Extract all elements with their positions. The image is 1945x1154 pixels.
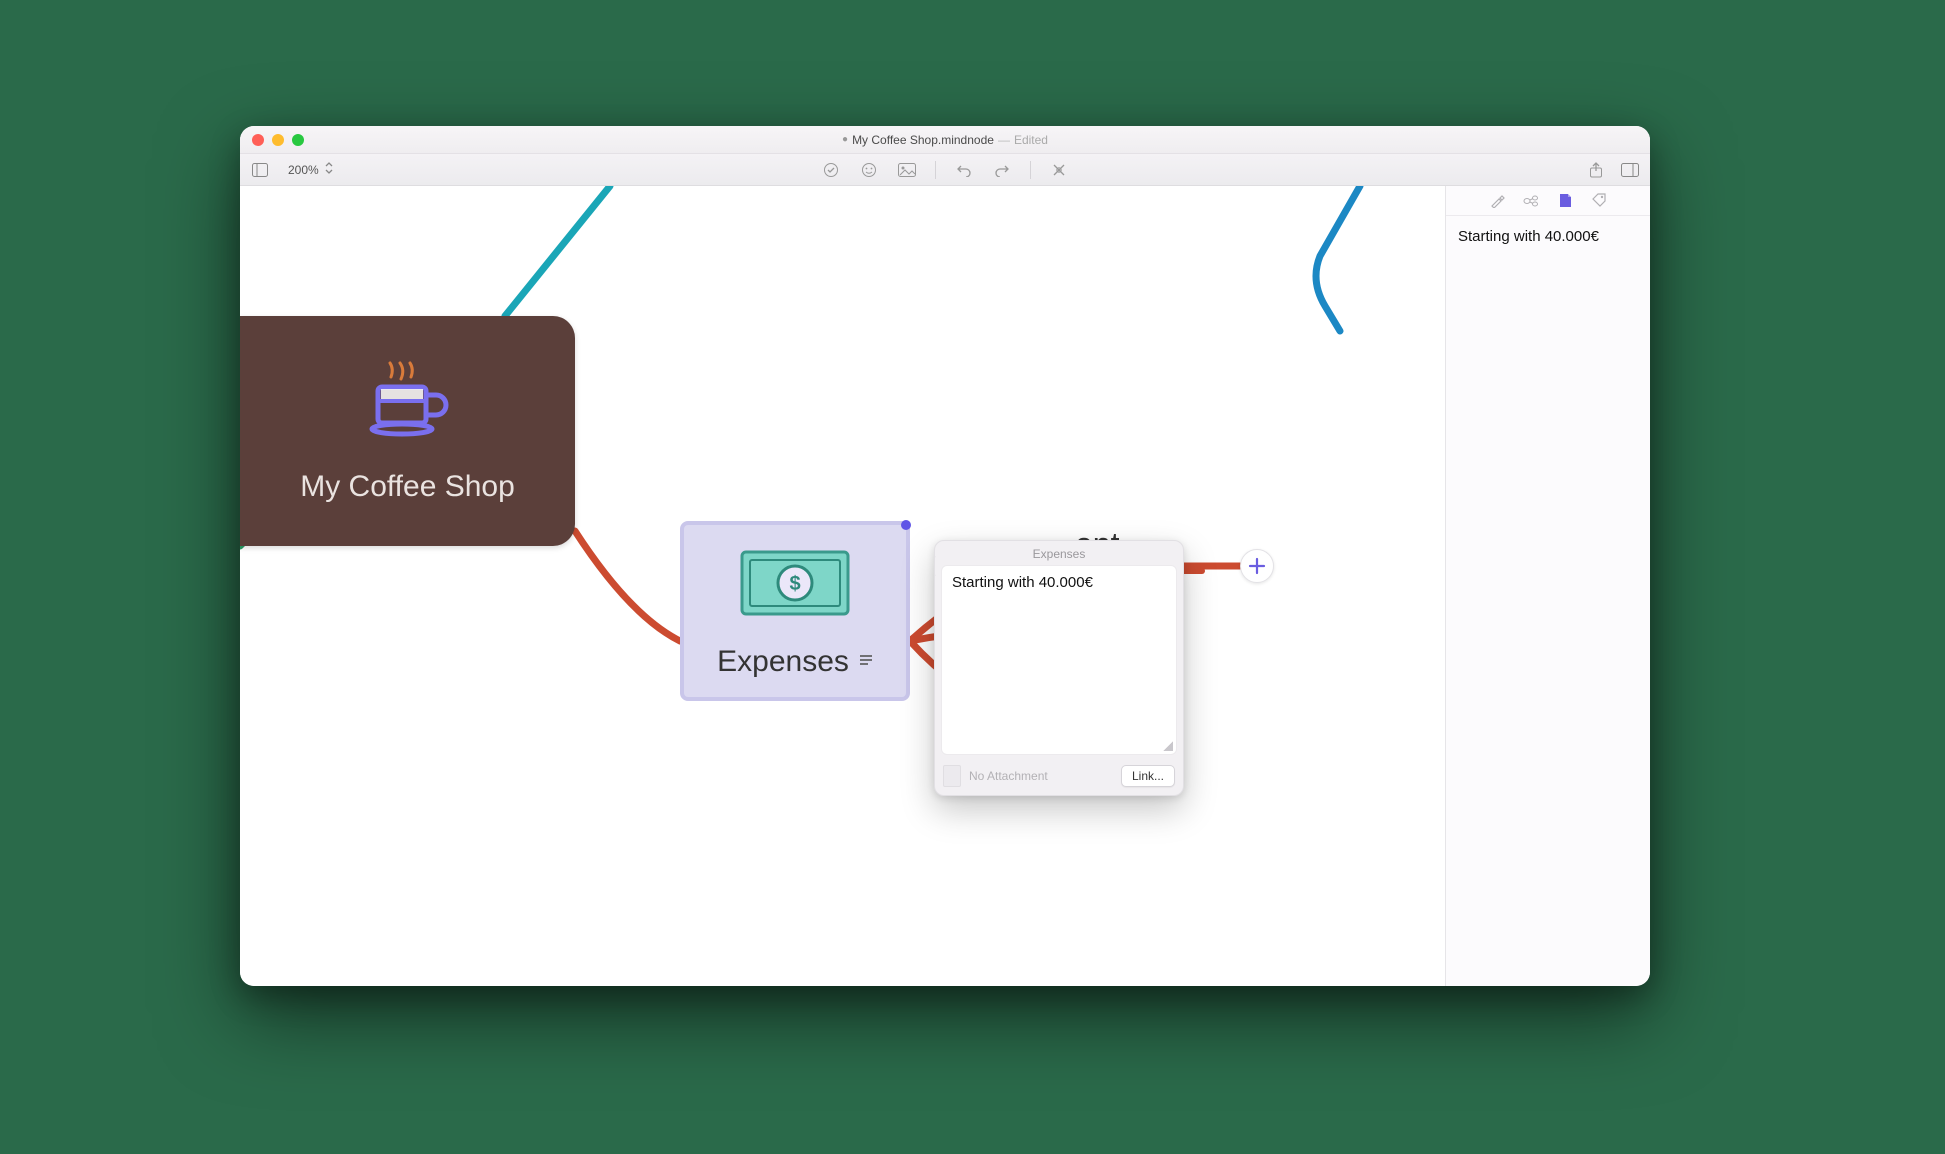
app-window: ● My Coffee Shop.mindnode — Edited 200%	[240, 126, 1650, 986]
inspector-note-text[interactable]: Starting with 40.000€	[1446, 216, 1650, 257]
toolbar: 200%	[240, 154, 1650, 186]
root-node-label: My Coffee Shop	[300, 470, 515, 504]
popover-title: Expenses	[935, 541, 1183, 565]
inspector-tabs	[1446, 186, 1650, 216]
toggle-inspector-button[interactable]	[1620, 160, 1640, 180]
mindmap-canvas[interactable]: My Coffee Shop $ Expenses	[240, 186, 1445, 986]
zoom-stepper[interactable]: 200%	[282, 160, 339, 179]
notes-tab[interactable]	[1557, 193, 1573, 209]
popover-footer: No Attachment Link...	[935, 759, 1183, 795]
expenses-node[interactable]: $ Expenses	[680, 521, 910, 701]
task-button[interactable]	[821, 160, 841, 180]
toolbar-separator	[935, 161, 936, 179]
content-area: My Coffee Shop $ Expenses	[240, 186, 1650, 986]
toolbar-separator	[1030, 161, 1031, 179]
title-separator: —	[998, 133, 1010, 147]
focus-mode-button[interactable]	[1049, 160, 1069, 180]
money-icon: $	[740, 550, 850, 621]
undo-button[interactable]	[954, 160, 974, 180]
titlebar: ● My Coffee Shop.mindnode — Edited	[240, 126, 1650, 154]
inspector-panel: Starting with 40.000€	[1445, 186, 1650, 986]
share-button[interactable]	[1586, 160, 1606, 180]
redo-button[interactable]	[992, 160, 1012, 180]
attachment-label: No Attachment	[969, 769, 1048, 783]
note-text-area[interactable]: Starting with 40.000€	[941, 565, 1177, 755]
note-text-content: Starting with 40.000€	[952, 574, 1093, 591]
window-title: ● My Coffee Shop.mindnode — Edited	[842, 133, 1048, 147]
fullscreen-window-button[interactable]	[292, 134, 304, 146]
document-filename: My Coffee Shop.mindnode	[852, 133, 994, 147]
modified-dot-icon: ●	[842, 134, 848, 145]
notes-indicator-icon[interactable]	[859, 653, 873, 672]
coffee-cup-icon	[363, 359, 453, 454]
document-status: Edited	[1014, 133, 1048, 147]
resize-handle[interactable]	[1163, 741, 1173, 751]
stepper-arrows-icon	[325, 162, 333, 177]
minimize-window-button[interactable]	[272, 134, 284, 146]
svg-text:$: $	[789, 573, 800, 595]
note-popover: Expenses Starting with 40.000€ No Attach…	[934, 540, 1184, 796]
toggle-outline-button[interactable]	[250, 160, 270, 180]
close-window-button[interactable]	[252, 134, 264, 146]
attachment-icon	[943, 765, 961, 787]
tags-tab[interactable]	[1591, 193, 1607, 209]
inspector-note-content: Starting with 40.000€	[1458, 228, 1599, 245]
root-node[interactable]: My Coffee Shop	[240, 316, 575, 546]
layout-tab[interactable]	[1523, 193, 1539, 209]
selection-handle[interactable]	[901, 520, 911, 530]
add-child-button[interactable]	[1240, 549, 1274, 583]
emoji-button[interactable]	[859, 160, 879, 180]
image-button[interactable]	[897, 160, 917, 180]
window-controls	[252, 134, 304, 146]
expenses-node-label: Expenses	[717, 645, 849, 679]
zoom-value: 200%	[288, 163, 319, 177]
link-button[interactable]: Link...	[1121, 765, 1175, 787]
style-tab[interactable]	[1489, 193, 1505, 209]
